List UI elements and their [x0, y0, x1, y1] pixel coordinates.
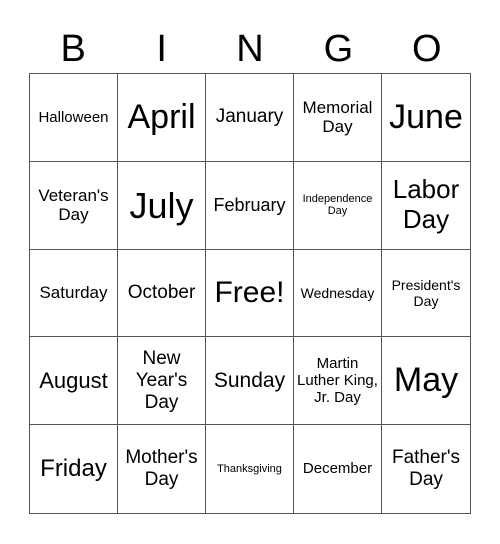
bingo-cell: Sunday — [206, 337, 294, 426]
bingo-cell: May — [382, 337, 470, 426]
bingo-cell: Saturday — [30, 249, 118, 338]
bingo-cell: July — [118, 161, 206, 250]
bingo-cell: January — [206, 74, 294, 162]
header-letter-n: N — [236, 28, 264, 70]
bingo-cell: Veteran's Day — [30, 161, 118, 250]
bingo-cell: April — [118, 74, 206, 162]
bingo-cell: Friday — [30, 425, 118, 513]
bingo-cell: June — [382, 74, 470, 162]
bingo-cell: New Year's Day — [118, 337, 206, 426]
bingo-header: B I N G O — [29, 26, 471, 72]
bingo-cell: Father's Day — [391, 447, 461, 491]
bingo-cell: Independence Day — [294, 161, 382, 250]
bingo-cell: Labor Day — [382, 162, 470, 250]
bingo-cell: Martin Luther King, Jr. Day — [294, 337, 382, 426]
bingo-cell: Mother's Day — [118, 425, 206, 513]
bingo-cell: February — [206, 161, 294, 250]
header-letter-o: O — [412, 28, 442, 70]
bingo-cell: Halloween — [30, 74, 118, 162]
bingo-cell: Thanksgiving — [206, 425, 294, 513]
bingo-card-grid: Halloween April January Memorial Day Jun… — [29, 73, 471, 514]
bingo-cell: President's Day — [382, 250, 470, 338]
bingo-cell: Wednesday — [294, 249, 382, 338]
header-letter-b: B — [60, 28, 86, 70]
header-letter-i: I — [156, 28, 167, 70]
bingo-cell: August — [30, 337, 118, 426]
bingo-cell: December — [294, 425, 382, 513]
bingo-cell: Memorial Day — [294, 74, 382, 162]
bingo-cell: October — [118, 249, 206, 338]
free-space: Free! — [206, 249, 294, 338]
header-letter-g: G — [323, 28, 354, 70]
